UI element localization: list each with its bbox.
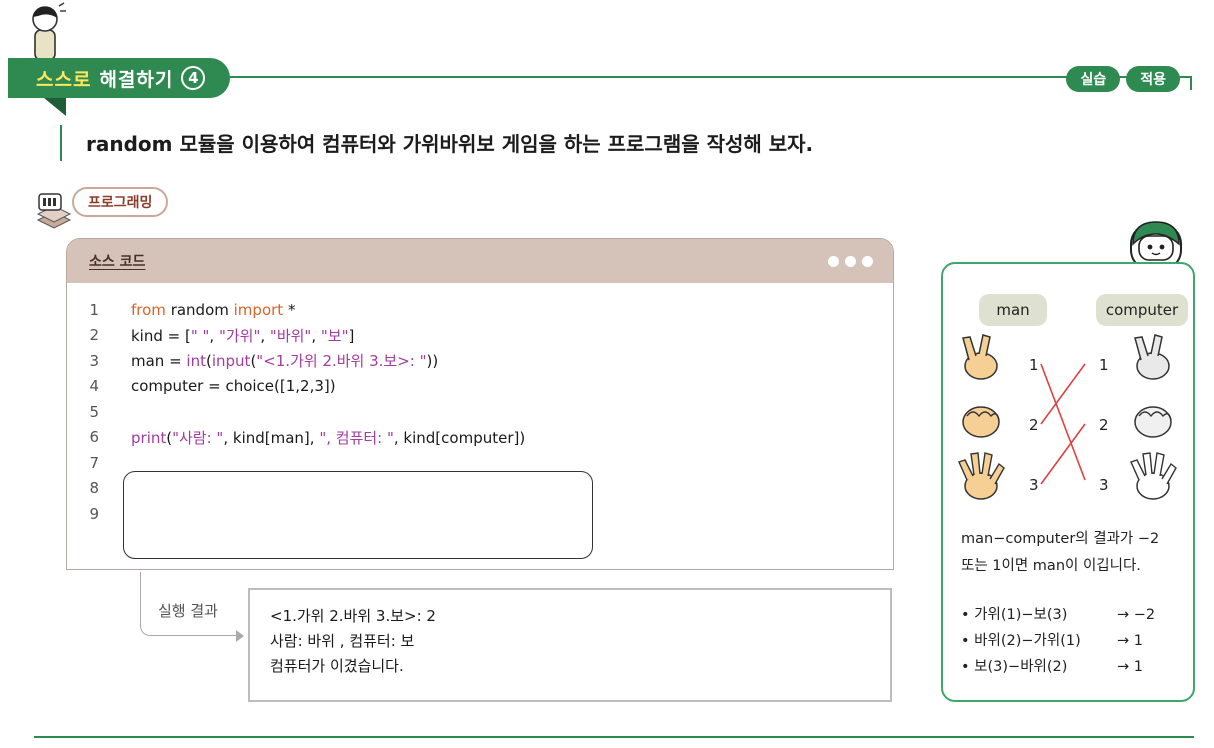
example-expression: • 보(3)−바위(2): [961, 659, 1068, 675]
line-number: 8: [89, 479, 99, 498]
section-title: 스스로 해결하기 4: [8, 58, 230, 98]
bottom-rule: [34, 736, 1194, 738]
example-result: → −2: [1117, 607, 1156, 623]
window-dots: [828, 255, 873, 267]
code-line: 4 computer = choice([1,2,3]): [67, 374, 893, 400]
programming-label: 프로그래밍: [72, 187, 169, 217]
computer-number: 1: [1099, 356, 1109, 374]
instruction-text: random 모듈을 이용하여 컴퓨터와 가위바위보 게임을 하는 프로그램을 …: [86, 132, 814, 156]
result-line: 사람: 바위 , 컴퓨터: 보: [270, 632, 415, 650]
code-text: computer = choice([1,2,3]): [131, 377, 336, 396]
result-line: 컴퓨터가 이겼습니다.: [270, 657, 404, 675]
rule-line: man−computer의 결과가 −2: [961, 531, 1160, 547]
activity-badges: 실습 적용: [1066, 66, 1180, 92]
scissors-hand-icon: [1134, 334, 1170, 380]
rule-example: • 보(3)−바위(2) → 1: [961, 654, 1155, 680]
man-number: 3: [1029, 476, 1039, 494]
example-expression: • 가위(1)−보(3): [961, 607, 1068, 623]
line-number: 5: [89, 402, 99, 421]
paper-hand-icon: [958, 452, 1005, 500]
example-result: → 1: [1117, 633, 1143, 649]
example-expression: • 바위(2)−가위(1): [961, 633, 1081, 649]
example-result: → 1: [1117, 659, 1143, 675]
computer-number: 3: [1099, 476, 1109, 494]
dot-icon: [828, 255, 839, 267]
code-window-title: 소스 코드: [89, 254, 146, 270]
code-text: man = int(input("<1.가위 2.바위 3.보>: ")): [131, 352, 439, 371]
arrow-right-icon: [236, 630, 244, 642]
answer-blank-box[interactable]: [123, 471, 593, 559]
man-label: man: [979, 294, 1047, 326]
rule-example: • 바위(2)−가위(1) → 1: [961, 628, 1155, 654]
code-line: 3 man = int(input("<1.가위 2.바위 3.보>: ")): [67, 348, 893, 374]
rule-description: man−computer의 결과가 −2 또는 1이면 man이 이깁니다.: [961, 526, 1191, 580]
result-output-box: <1.가위 2.바위 3.보>: 2 사람: 바위 , 컴퓨터: 보 컴퓨터가 …: [248, 588, 892, 702]
code-window-header: 소스 코드: [67, 239, 893, 283]
computer-label: computer: [1096, 294, 1188, 326]
match-line: [1040, 363, 1086, 481]
line-number: 4: [89, 377, 99, 396]
badge-practice: 실습: [1066, 66, 1121, 92]
match-line: [1040, 423, 1086, 485]
header-rule-end: [1190, 76, 1192, 90]
man-number: 1: [1029, 356, 1039, 374]
rule-example: • 가위(1)−보(3) → −2: [961, 602, 1155, 628]
title-fold: [44, 98, 66, 116]
title-text: 해결하기: [99, 68, 174, 91]
hand-diagram: [958, 334, 1177, 500]
student-mascot-icon: [32, 2, 66, 60]
code-text: kind = [" ", "가위", "바위", "보"]: [131, 326, 355, 345]
match-line: [1040, 363, 1086, 425]
line-number: 1: [89, 300, 99, 319]
scissors-hand-icon: [962, 334, 998, 380]
code-line: 6 print("사람: ", kind[man], ", 컴퓨터: ", ki…: [67, 425, 893, 451]
rule-panel: man computer 1 2 3 1 2 3 man−computer의 결…: [941, 262, 1195, 702]
result-line: <1.가위 2.바위 3.보>: 2: [270, 607, 436, 625]
dot-icon: [862, 255, 873, 267]
code-line: 1 from random import *: [67, 297, 893, 323]
badge-apply: 적용: [1126, 66, 1180, 92]
code-body: 1 from random import * 2 kind = [" ", "가…: [67, 283, 893, 559]
code-line: 5: [67, 399, 893, 425]
result-label: 실행 결과: [158, 602, 218, 620]
code-text: from random import *: [131, 300, 296, 319]
rock-hand-icon: [1134, 406, 1172, 438]
line-number: 9: [89, 504, 99, 523]
code-line: 2 kind = [" ", "가위", "바위", "보"]: [67, 323, 893, 349]
rock-hand-icon: [962, 406, 1000, 438]
rule-line: 또는 1이면 man이 이깁니다.: [961, 558, 1141, 574]
title-number: 4: [181, 66, 206, 90]
code-text: print("사람: ", kind[man], ", 컴퓨터: ", kind…: [131, 428, 526, 447]
line-number: 6: [89, 428, 99, 447]
line-number: 2: [89, 326, 99, 345]
rule-examples: • 가위(1)−보(3) → −2 • 바위(2)−가위(1) → 1 • 보(…: [961, 602, 1155, 680]
computer-stack-icon: [36, 193, 72, 229]
source-code-window: 소스 코드 1 from random import * 2 kind = ["…: [66, 238, 894, 570]
title-highlight: 스스로: [36, 68, 92, 91]
paper-hand-icon: [1130, 452, 1177, 500]
header-rule: [220, 76, 1192, 78]
man-number: 2: [1029, 416, 1039, 434]
instruction-rule: [60, 125, 62, 161]
dot-icon: [845, 255, 856, 267]
line-number: 3: [89, 351, 99, 370]
computer-number: 2: [1099, 416, 1109, 434]
line-number: 7: [89, 453, 99, 472]
